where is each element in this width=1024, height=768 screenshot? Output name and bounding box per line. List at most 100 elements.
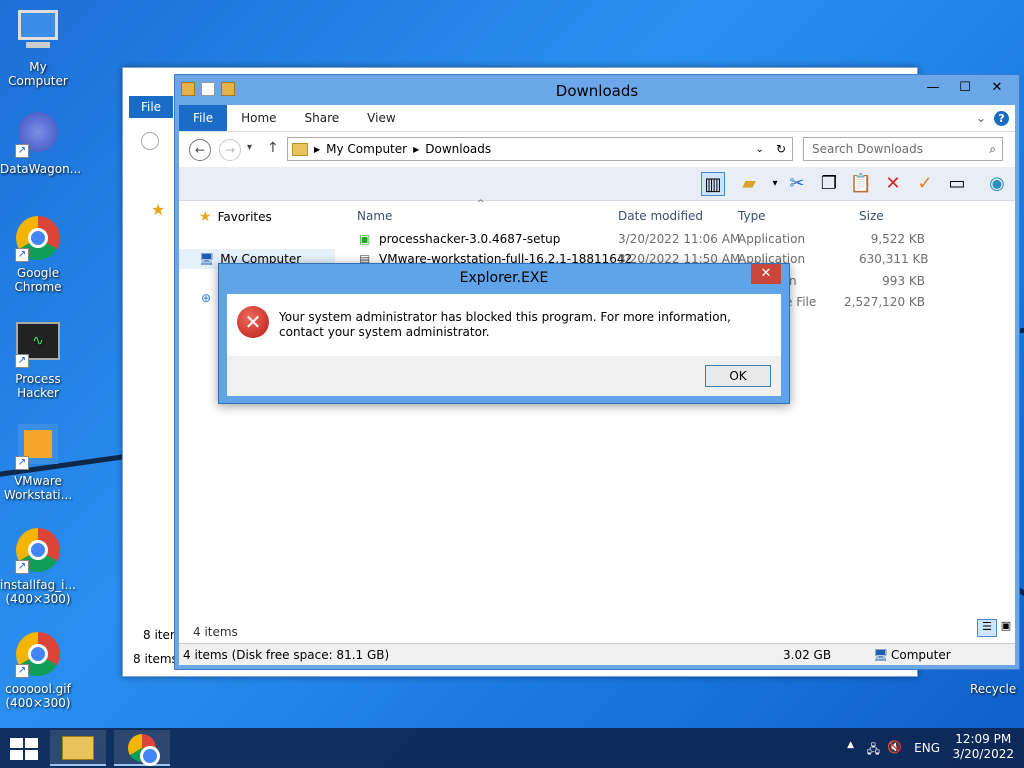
up-arrow-icon[interactable]: ↑ <box>267 140 279 156</box>
desktop-icon-label: Recycle <box>970 682 1017 696</box>
tab-file[interactable]: File <box>179 105 228 131</box>
file-type: n <box>789 274 797 288</box>
shortcut-arrow-icon: ↗ <box>15 248 29 262</box>
address-field[interactable]: ▶ My Computer ▶ Downloads ⌄ ↻ <box>287 137 793 161</box>
preview-pane-icon[interactable]: ▥ <box>701 172 725 196</box>
nav-favorites[interactable]: ★ Favorites <box>199 209 272 225</box>
desktop-icon-vmware[interactable]: ↗ VMware Workstati... <box>0 424 76 502</box>
tab-view[interactable]: View <box>353 105 409 131</box>
chevron-down-icon[interactable]: ▾ <box>763 172 787 196</box>
item-count: 4 items <box>193 625 238 639</box>
large-icons-view-icon[interactable]: ▣ <box>997 619 1015 637</box>
minimize-button[interactable]: — <box>917 77 949 99</box>
clock-date: 3/20/2022 <box>952 747 1014 761</box>
refresh-icon[interactable]: ↻ <box>770 142 792 156</box>
computer-icon: 🖥 <box>199 252 215 266</box>
taskbar-file-explorer[interactable] <box>50 730 106 766</box>
back-button[interactable]: ← <box>189 139 211 161</box>
column-date-modified[interactable]: Date modified <box>618 209 703 223</box>
close-button[interactable]: ✕ <box>981 77 1013 99</box>
status-disk-space: 4 items (Disk free space: 81.1 GB) <box>183 648 390 662</box>
breadcrumb-separator-icon: ▶ <box>413 144 420 154</box>
paste-icon[interactable]: 📋 <box>849 172 873 196</box>
dialog-body: ✕ Your system administrator has blocked … <box>227 294 781 356</box>
file-date: 3/20/2022 11:06 AM <box>618 232 741 246</box>
column-size[interactable]: Size <box>859 209 884 223</box>
desktop-icon-google-chrome[interactable]: ↗ Google Chrome <box>0 216 76 294</box>
volume-muted-icon[interactable]: 🔇 <box>887 740 902 754</box>
desktop-icon-my-computer[interactable]: My Computer <box>0 10 76 88</box>
desktop-icon-coooool[interactable]: ↗ coooool.gif (400×300) <box>0 632 76 710</box>
checkmark-icon[interactable]: ✓ <box>913 172 937 196</box>
desktop-icon-label: DataWagon... <box>0 162 82 176</box>
processhacker-file-icon: ▣ <box>359 232 371 246</box>
dialog-close-button[interactable]: ✕ <box>751 264 781 284</box>
start-button[interactable] <box>10 738 38 760</box>
ribbon-tabs: File Home Share View ⌄ ? <box>179 105 1015 131</box>
help-icon[interactable]: ? <box>994 110 1009 126</box>
breadcrumb-downloads[interactable]: Downloads <box>425 142 491 156</box>
desktop-icon-label: VMware Workstati... <box>3 474 73 502</box>
column-name[interactable]: Name <box>357 209 392 223</box>
error-icon: ✕ <box>237 306 269 338</box>
desktop-icon-label: Process Hacker <box>15 372 61 400</box>
language-indicator[interactable]: ENG <box>914 741 940 755</box>
command-toolbar: ▥ ▰ ▾ ✂ ❐ 📋 ✕ ✓ ▭ ◉ <box>179 167 1015 201</box>
tab-home[interactable]: Home <box>227 105 290 131</box>
dialog-message: Your system administrator has blocked th… <box>279 310 731 339</box>
downloads-folder-icon <box>292 142 308 156</box>
tray-overflow-chevron-icon[interactable]: ▲ <box>847 740 854 750</box>
search-input[interactable]: Search Downloads ⌕ <box>803 137 1003 161</box>
back-item-count: 8 iter <box>143 628 175 642</box>
shortcut-arrow-icon: ↗ <box>15 560 29 574</box>
details-view-icon[interactable]: ☰ <box>977 619 997 637</box>
chevron-down-icon[interactable]: ⌄ <box>976 111 986 125</box>
sort-indicator-icon: ^ <box>477 199 485 209</box>
network-icon[interactable]: ⊕ <box>201 291 211 305</box>
back-nav-button[interactable] <box>141 132 159 150</box>
back-file-tab[interactable]: File <box>129 96 173 118</box>
network-icon[interactable]: 🖧 <box>867 740 880 761</box>
file-name: processhacker-3.0.4687-setup <box>379 232 561 246</box>
chrome-icon: ↗ <box>15 632 61 678</box>
copy-icon[interactable]: ❐ <box>817 172 841 196</box>
chrome-icon: ↗ <box>15 528 61 574</box>
breadcrumb-my-computer[interactable]: My Computer <box>326 142 407 156</box>
title-bar[interactable]: Downloads — ☐ ✕ <box>175 75 1019 105</box>
error-dialog[interactable]: Explorer.EXE ✕ ✕ Your system administrat… <box>218 263 790 404</box>
ok-button[interactable]: OK <box>705 365 771 387</box>
desktop-icon-recycle[interactable]: Recycle <box>970 682 1024 696</box>
taskbar-chrome[interactable] <box>114 730 170 766</box>
dialog-title: Explorer.EXE <box>459 270 549 286</box>
address-bar-row: ← → ▾ ↑ ▶ My Computer ▶ Downloads ⌄ ↻ Se… <box>179 131 1015 167</box>
forward-button[interactable]: → <box>219 139 241 161</box>
shortcut-arrow-icon: ↗ <box>15 456 29 470</box>
address-dropdown-icon[interactable]: ⌄ <box>756 144 764 155</box>
computer-icon <box>15 10 61 56</box>
shortcut-arrow-icon: ↗ <box>15 664 29 678</box>
file-size: 9,522 KB <box>870 232 925 246</box>
file-explorer-icon <box>62 736 94 760</box>
delete-icon[interactable]: ✕ <box>881 172 905 196</box>
shortcut-arrow-icon: ↗ <box>15 144 29 158</box>
cut-icon[interactable]: ✂ <box>785 172 809 196</box>
clock[interactable]: 12:09 PM 3/20/2022 <box>952 732 1014 762</box>
shortcut-arrow-icon: ↗ <box>15 354 29 368</box>
file-size: 993 KB <box>882 274 925 288</box>
desktop-icon-installfag[interactable]: ↗ installfag_i... (400×300) <box>0 528 76 606</box>
desktop-icon-label: Google Chrome <box>14 266 62 294</box>
desktop-icon-datawagon[interactable]: ↗ DataWagon... <box>0 112 82 176</box>
recent-locations-chevron-icon[interactable]: ▾ <box>247 142 252 153</box>
star-icon: ★ <box>151 200 166 219</box>
rename-icon[interactable]: ▭ <box>945 172 969 196</box>
status-location: Computer <box>891 648 951 662</box>
desktop-icon-process-hacker[interactable]: ∿ ↗ Process Hacker <box>0 322 76 400</box>
globe-icon[interactable]: ◉ <box>985 172 1009 196</box>
file-row[interactable]: ▣ processhacker-3.0.4687-setup 3/20/2022… <box>355 229 935 249</box>
tab-share[interactable]: Share <box>291 105 354 131</box>
maximize-button[interactable]: ☐ <box>949 77 981 99</box>
process-hacker-icon: ∿ ↗ <box>15 322 61 368</box>
dialog-footer: OK <box>227 356 781 396</box>
column-type[interactable]: Type <box>738 209 766 223</box>
move-to-icon[interactable]: ▰ <box>737 172 761 196</box>
